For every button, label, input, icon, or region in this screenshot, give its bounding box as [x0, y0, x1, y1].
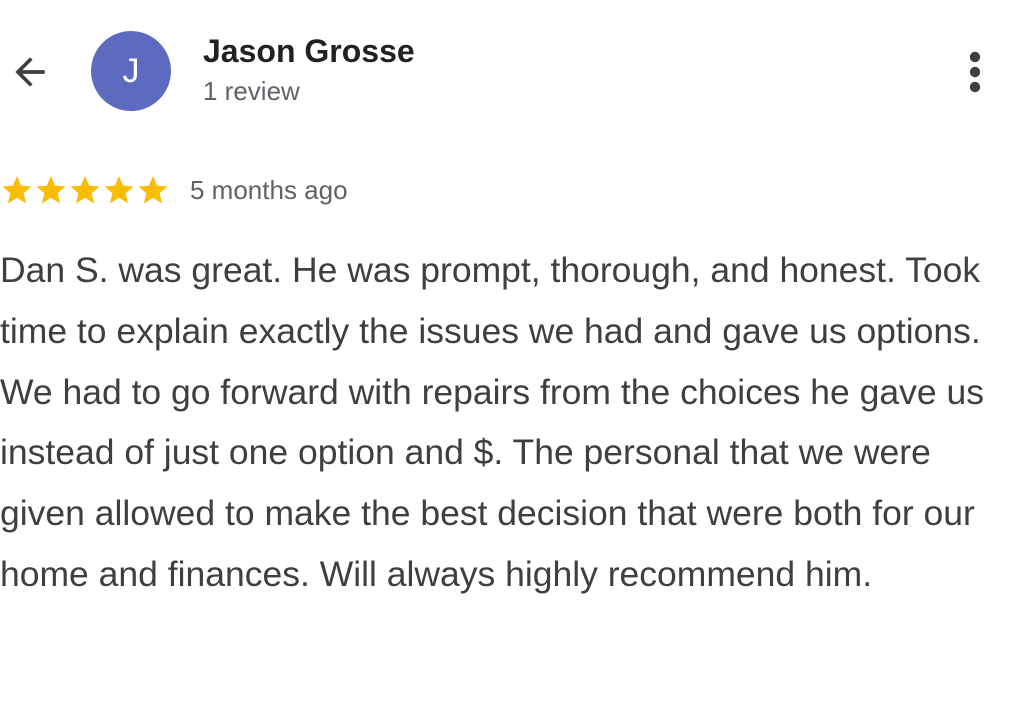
- reviewer-name[interactable]: Jason Grosse: [203, 31, 415, 71]
- star-icon: [70, 176, 100, 204]
- review-count: 1 review: [203, 76, 300, 106]
- arrow-back-icon: [15, 57, 45, 87]
- star-icon: [138, 176, 168, 204]
- review-time: 5 months ago: [190, 174, 348, 205]
- back-button[interactable]: [6, 50, 54, 94]
- more-vert-icon: [969, 51, 981, 93]
- star-icon: [2, 176, 32, 204]
- more-options-button[interactable]: [950, 44, 1000, 100]
- star-icon: [104, 176, 134, 204]
- star-icon: [36, 176, 66, 204]
- avatar[interactable]: J: [91, 31, 171, 111]
- review-text: Dan S. was great. He was prompt, thoroug…: [0, 250, 984, 594]
- rating-row: 5 months ago: [0, 170, 348, 210]
- avatar-initial: J: [122, 51, 140, 90]
- review-page: J Jason Grosse 1 review 5 months ago Dan…: [0, 0, 1024, 710]
- star-rating: [0, 173, 170, 207]
